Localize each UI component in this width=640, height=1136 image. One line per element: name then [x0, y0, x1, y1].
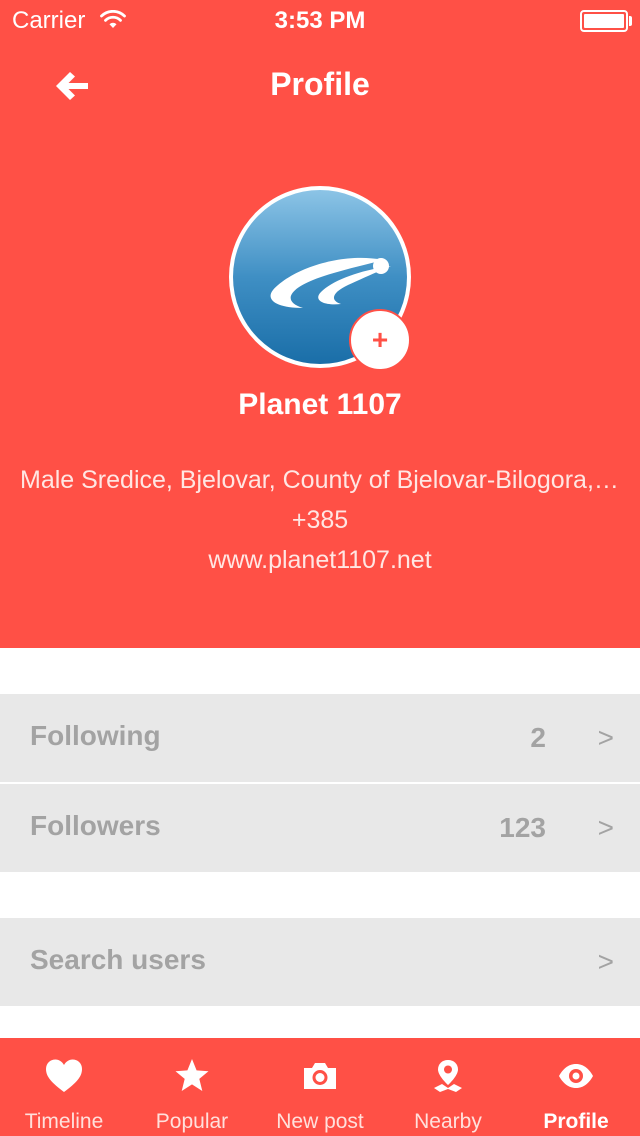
page-title: Profile	[270, 66, 370, 102]
followers-count: 123	[499, 812, 546, 843]
eye-icon	[559, 1064, 593, 1088]
tab-bar: Timeline Popular New post Nearby Profile	[0, 1038, 640, 1136]
tab-label: Nearby	[414, 1110, 482, 1133]
followers-label: Followers	[30, 810, 161, 841]
tab-label: New post	[276, 1110, 364, 1133]
chevron-right-icon: >	[597, 946, 614, 977]
heart-icon	[46, 1059, 82, 1092]
star-icon	[175, 1059, 209, 1091]
tab-timeline[interactable]: Timeline	[0, 1038, 128, 1136]
tab-label: Popular	[155, 1110, 229, 1133]
profile-website-link[interactable]: www.planet1107.net	[20, 546, 620, 575]
tab-new-post[interactable]: New post	[256, 1038, 384, 1136]
profile-name: Planet 1107	[238, 388, 402, 421]
tab-nearby[interactable]: Nearby	[384, 1038, 512, 1136]
chevron-right-icon: >	[597, 812, 614, 843]
following-label: Following	[30, 720, 161, 751]
profile-location: Male Sredice, Bjelovar, County of Bjelov…	[20, 466, 620, 494]
battery-tip	[629, 16, 632, 26]
camera-icon	[304, 1063, 336, 1089]
map-pin-icon	[434, 1060, 462, 1092]
profile-header: Carrier 3:53 PM Profile + Planet 1107 Ma…	[0, 0, 640, 648]
tab-label: Profile	[543, 1110, 609, 1133]
profile-phone[interactable]: +385	[20, 506, 620, 535]
battery-icon	[580, 10, 628, 32]
add-photo-button[interactable]: +	[349, 309, 411, 371]
followers-row[interactable]: Followers 123 >	[0, 784, 640, 872]
chevron-right-icon: >	[597, 722, 614, 753]
search-users-label: Search users	[30, 944, 206, 975]
following-row[interactable]: Following 2 >	[0, 694, 640, 782]
search-users-row[interactable]: Search users >	[0, 918, 640, 1006]
status-bar: Carrier 3:53 PM	[0, 0, 640, 40]
tab-popular[interactable]: Popular	[128, 1038, 256, 1136]
following-count: 2	[530, 722, 546, 753]
tab-profile[interactable]: Profile	[512, 1038, 640, 1136]
tab-label: Timeline	[24, 1110, 104, 1133]
status-time: 3:53 PM	[274, 7, 366, 34]
